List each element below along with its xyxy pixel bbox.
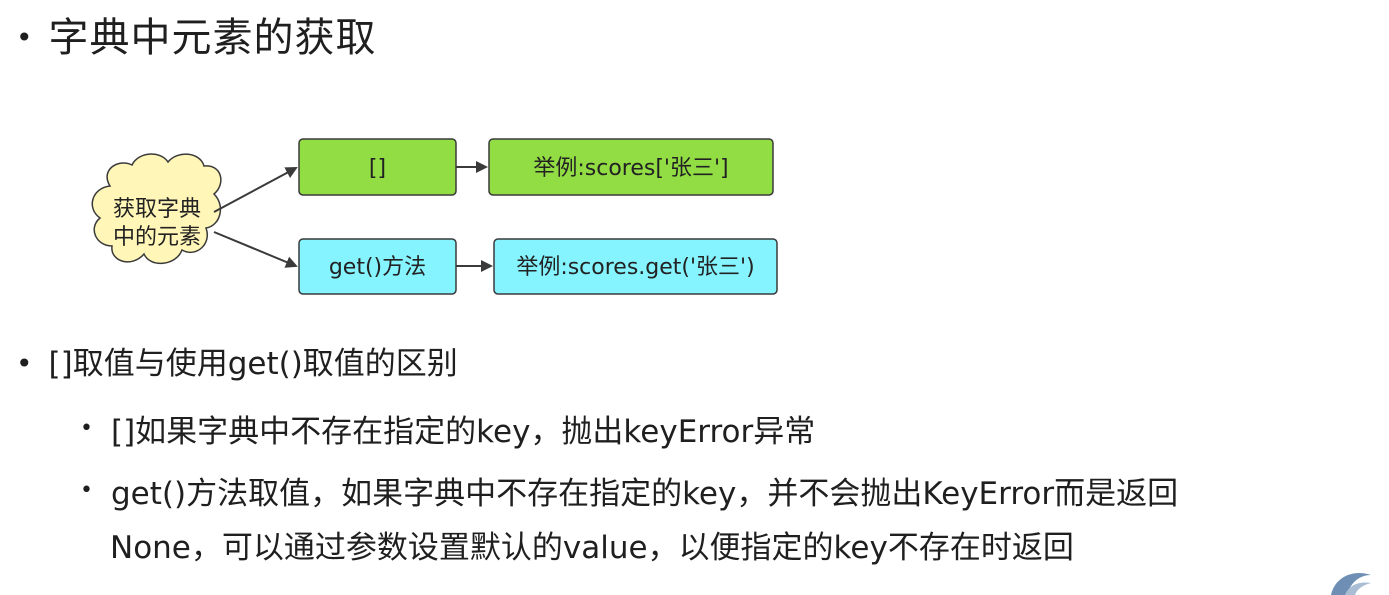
bracket-example-label: 举例:scores['张三'] — [533, 156, 728, 181]
get-label: get()方法 — [329, 255, 426, 280]
heading-2-row: • []取值与使用get()取值的区别 — [16, 342, 458, 386]
cloud-node: 获取字典 中的元素 — [91, 153, 222, 264]
point-2-line-2: None，可以通过参数设置默认的value，以便指定的key不存在时返回 — [110, 530, 1074, 566]
point-2-row: • get()方法取值，如果字典中不存在指定的key，并不会抛出KeyError… — [80, 472, 1178, 516]
bullet-icon: • — [80, 416, 93, 441]
point-2-continuation-row: None，可以通过参数设置默认的value，以便指定的key不存在时返回 — [110, 526, 1074, 570]
bracket-label: [] — [369, 156, 386, 181]
arrow-cloud-to-get — [213, 231, 298, 268]
arrow-cloud-to-bracket — [213, 167, 298, 213]
get-example-node: 举例:scores.get('张三') — [493, 238, 778, 295]
bracket-example-node: 举例:scores['张三'] — [488, 138, 774, 196]
cloud-label-line-1: 获取字典 — [113, 197, 201, 222]
bullet-icon: • — [80, 478, 93, 503]
bullet-icon: • — [16, 347, 33, 380]
get-example-label: 举例:scores.get('张三') — [516, 255, 754, 280]
heading-2: []取值与使用get()取值的区别 — [48, 346, 458, 382]
logo-icon — [1331, 573, 1371, 595]
dict-access-diagram: 获取字典 中的元素 [] 举例:scores['张三'] get()方法 举例:… — [91, 138, 778, 295]
bracket-node: [] — [298, 138, 457, 196]
point-1-row: • []如果字典中不存在指定的key，抛出keyError异常 — [80, 410, 815, 454]
point-2-line-1: get()方法取值，如果字典中不存在指定的key，并不会抛出KeyError而是… — [110, 476, 1179, 512]
point-1: []如果字典中不存在指定的key，抛出keyError异常 — [110, 414, 816, 450]
get-node: get()方法 — [298, 238, 457, 295]
cloud-label-line-2: 中的元素 — [113, 225, 201, 250]
